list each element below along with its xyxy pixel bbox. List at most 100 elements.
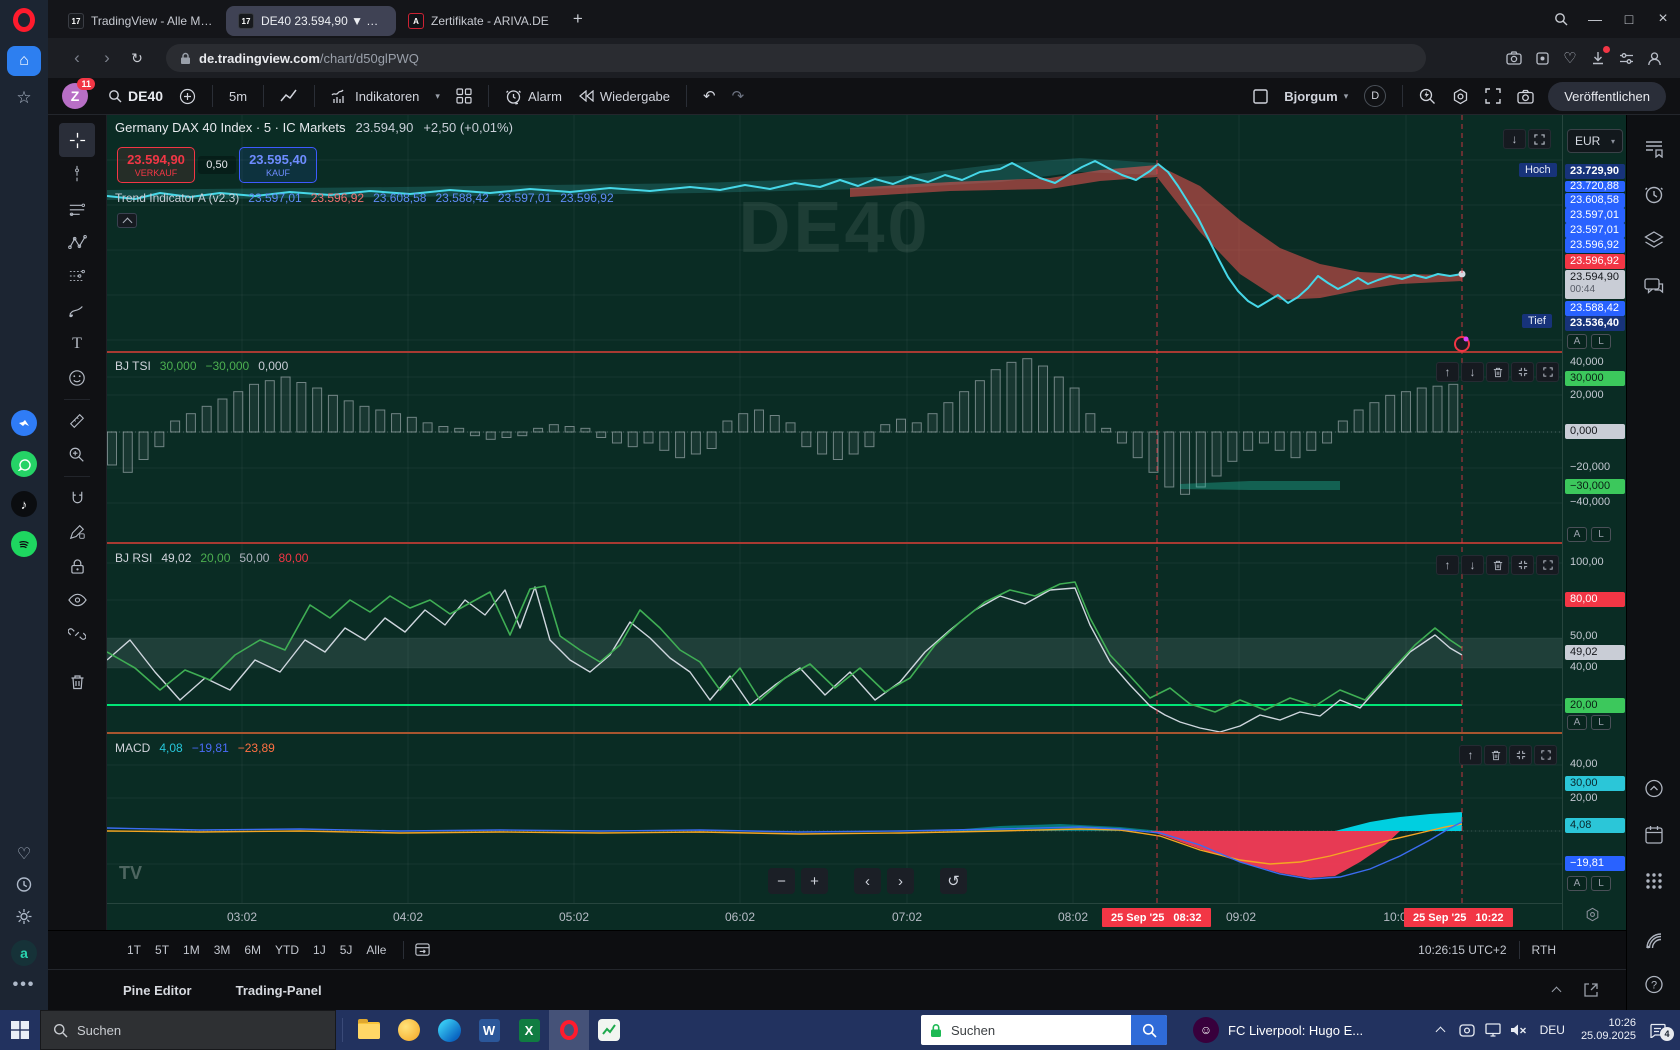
range-button[interactable]: 1J <box>306 939 333 961</box>
currency-dropdown[interactable]: EUR▾ <box>1567 129 1623 153</box>
price-scale[interactable]: EUR▾ 23.729,90 23.720,88 23.608,58 23.59… <box>1562 115 1626 930</box>
keyboard-language[interactable]: DEU <box>1540 1023 1565 1037</box>
log-scale-button[interactable]: L <box>1591 876 1611 891</box>
maximize-pane-button[interactable] <box>1536 362 1559 382</box>
move-pane-down-button[interactable]: ↓ <box>1461 555 1484 575</box>
range-button[interactable]: 5J <box>333 939 360 961</box>
scroll-to-recent-button[interactable]: ↓ <box>1503 129 1526 149</box>
move-pane-down-button[interactable]: ↓ <box>1461 362 1484 382</box>
zoom-in-button[interactable]: + <box>801 868 828 894</box>
xabcd-pattern-tool[interactable] <box>59 225 95 259</box>
delete-pane-button[interactable] <box>1486 362 1509 382</box>
apps-grid-icon[interactable] <box>1645 872 1663 890</box>
volume-muted-icon[interactable] <box>1506 1023 1532 1037</box>
expand-panel-chevron[interactable] <box>1553 985 1560 995</box>
object-link-tool[interactable] <box>59 617 95 651</box>
undo-button[interactable]: ↶ <box>695 82 724 110</box>
finance-app-icon[interactable] <box>589 1010 629 1050</box>
data-feed-signal-icon[interactable] <box>1644 931 1664 951</box>
layers-icon[interactable] <box>1643 231 1664 250</box>
home-icon[interactable]: ⌂ <box>7 46 41 76</box>
tab-tradingview-home[interactable]: 17 TradingView - Alle Märkte <box>56 6 226 36</box>
layout-grid-icon[interactable] <box>448 83 480 109</box>
range-button[interactable]: 1T <box>120 939 148 961</box>
search-go-button[interactable] <box>1131 1015 1167 1045</box>
layout-select-icon[interactable] <box>1245 84 1276 109</box>
magnet-tool[interactable] <box>59 481 95 515</box>
tab-search-icon[interactable] <box>1544 4 1578 34</box>
chart-plot[interactable] <box>107 115 1562 903</box>
taskbar-clock[interactable]: 10:26 25.09.2025 <box>1581 1017 1636 1043</box>
open-panel-window-icon[interactable] <box>1584 983 1598 997</box>
help-icon[interactable]: ? <box>1643 974 1664 995</box>
likes-heart-icon[interactable]: ♡ <box>17 844 31 864</box>
reset-chart-button[interactable]: ↺ <box>940 868 967 894</box>
buy-button[interactable]: 23.595,40KAUF <box>239 147 317 183</box>
snapshot-camera-icon[interactable] <box>1509 84 1542 109</box>
brush-tool[interactable] <box>59 293 95 327</box>
history-clock-icon[interactable] <box>16 876 33 893</box>
indicators-button[interactable]: Indikatoren <box>323 83 427 109</box>
replay-button[interactable]: Wiedergabe <box>570 84 678 109</box>
spotify-icon[interactable] <box>11 531 37 557</box>
tray-expand-chevron[interactable] <box>1428 1025 1454 1035</box>
scroll-right-button[interactable]: › <box>887 868 914 894</box>
messenger-icon[interactable] <box>11 410 37 436</box>
log-scale-button[interactable]: L <box>1591 715 1611 730</box>
auto-scale-button[interactable]: A <box>1567 334 1587 349</box>
alerts-clock-icon[interactable] <box>1643 184 1664 205</box>
auto-scale-button[interactable]: A <box>1567 527 1587 542</box>
excel-icon[interactable]: X <box>509 1010 549 1050</box>
clock[interactable]: 10:26:15 UTC+2 <box>1418 943 1506 957</box>
scroll-left-button[interactable]: ‹ <box>854 868 881 894</box>
chart-type-button[interactable] <box>272 84 306 108</box>
range-button[interactable]: 3M <box>207 939 238 961</box>
rsi-legend[interactable]: BJ RSI 49,02 20,00 50,00 80,00 <box>115 551 308 565</box>
trend-indicator-legend[interactable]: Trend Indicator A (v2.3) 23.597,01 23.59… <box>115 191 614 205</box>
url-field[interactable]: de.tradingview.com/chart/d50glPWQ <box>166 44 1426 72</box>
close-button[interactable]: × <box>1646 4 1680 34</box>
tab-ariva[interactable]: A Zertifikate - ARIVA.DE <box>396 6 561 36</box>
auto-scale-button[interactable]: A <box>1567 715 1587 730</box>
refresh-circle-icon[interactable] <box>1643 778 1664 799</box>
reload-button[interactable]: ↻ <box>122 50 152 67</box>
watchlist-icon[interactable] <box>1644 138 1664 158</box>
symbol-search-button[interactable]: DE40 <box>100 83 171 109</box>
profile-icon[interactable] <box>1640 44 1668 72</box>
news-widget-icon[interactable]: ☺ <box>1193 1017 1219 1043</box>
redo-button[interactable]: ↷ <box>724 82 753 110</box>
move-pane-up-button[interactable]: ↑ <box>1459 745 1482 765</box>
delete-pane-button[interactable] <box>1486 555 1509 575</box>
minimize-button[interactable]: — <box>1578 4 1612 34</box>
hide-drawings-eye-tool[interactable] <box>59 583 95 617</box>
emoji-app-icon[interactable] <box>389 1010 429 1050</box>
news-widget-text[interactable]: FC Liverpool: Hugo E... <box>1228 1023 1363 1038</box>
opera-taskbar-icon[interactable] <box>549 1010 589 1050</box>
tab-de40-active[interactable]: 17 DE40 23.594,90 ▼ −0.45% <box>226 6 396 36</box>
action-center-icon[interactable]: 4 <box>1644 1023 1670 1038</box>
emoji-tool[interactable] <box>59 361 95 395</box>
range-button[interactable]: Alle <box>359 939 393 961</box>
collapse-indicator-button[interactable] <box>117 213 137 228</box>
move-pane-up-button[interactable]: ↑ <box>1436 362 1459 382</box>
web-search-box[interactable]: Suchen <box>921 1015 1167 1045</box>
back-button[interactable]: ‹ <box>62 48 92 68</box>
move-pane-up-button[interactable]: ↑ <box>1436 555 1459 575</box>
downloads-icon[interactable] <box>1584 44 1612 72</box>
start-button[interactable] <box>0 1010 40 1050</box>
range-button[interactable]: 5T <box>148 939 176 961</box>
tab-trading-panel[interactable]: Trading-Panel <box>236 983 322 998</box>
favorites-heart-icon[interactable]: ♡ <box>1556 44 1584 72</box>
layout-name[interactable]: Bjorgum▾ <box>1276 84 1356 109</box>
log-scale-button[interactable]: L <box>1591 334 1611 349</box>
snapshot-icon[interactable] <box>1500 44 1528 72</box>
sell-button[interactable]: 23.594,90VERKAUF <box>117 147 195 183</box>
tradingview-logo-watermark[interactable]: TV <box>119 863 142 884</box>
crosshair-tool[interactable] <box>59 123 95 157</box>
sidebar-more-icon[interactable]: ••• <box>13 976 36 994</box>
quick-search-icon[interactable] <box>1411 83 1444 110</box>
user-avatar[interactable]: Z 11 <box>62 83 88 109</box>
add-symbol-button[interactable] <box>171 83 204 110</box>
range-button[interactable]: YTD <box>268 939 306 961</box>
new-tab-button[interactable]: + <box>561 4 595 34</box>
